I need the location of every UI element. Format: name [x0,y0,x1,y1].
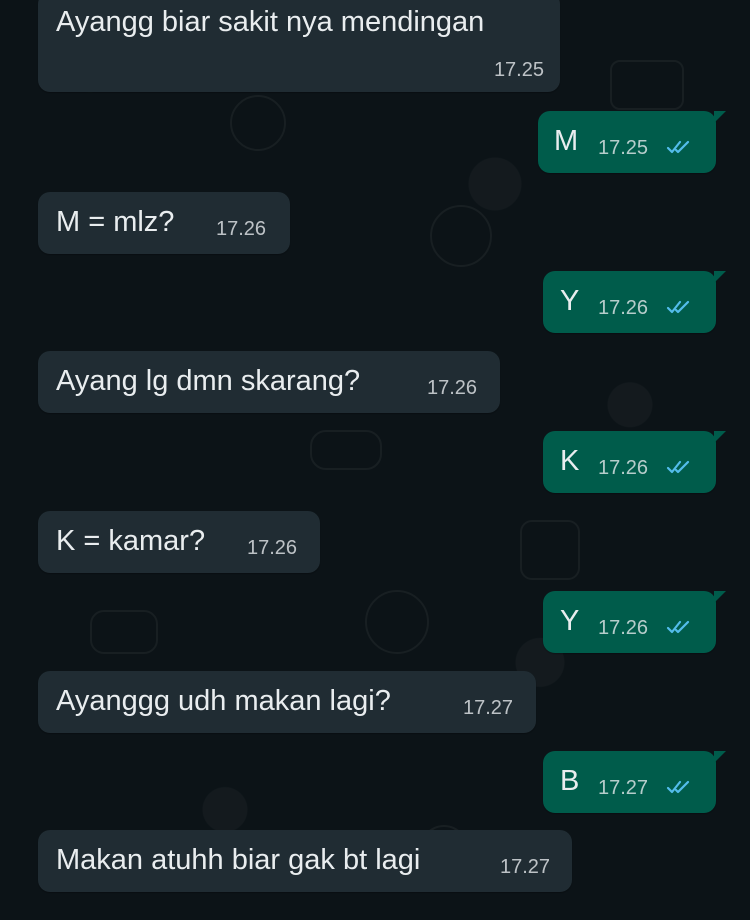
message-text: Ayang lg dmn skarang? [56,365,361,397]
message-bubble-incoming[interactable]: M = mlz? 17.26 [38,192,290,254]
message-time: 17.27 [500,856,551,878]
message-text: M [554,125,579,157]
message-bubble-incoming[interactable]: Ayang lg dmn skarang? 17.26 [38,351,500,413]
message-bubble-outgoing[interactable]: M 17.25 [538,111,726,173]
bubble-tail [714,271,726,283]
message-bubble-outgoing[interactable]: Y 17.26 [543,591,726,653]
chat-area[interactable]: Ayangg biar sakit nya mendingan 17.25 M … [0,0,750,920]
message-time: 17.27 [463,697,514,719]
message-time: 17.26 [598,617,649,639]
message-time: 17.26 [427,377,478,399]
message-text: Ayangg biar sakit nya mendingan [56,6,485,38]
message-bubble-incoming[interactable]: Ayangg biar sakit nya mendingan 17.25 [38,0,560,92]
message-time: 17.26 [598,297,649,319]
bubble-tail [714,751,726,763]
message-bubble-incoming[interactable]: K = kamar? 17.26 [38,511,320,573]
message-bubble-outgoing[interactable]: K 17.26 [543,431,726,493]
message-time: 17.26 [216,218,267,240]
bubble-tail [714,431,726,443]
message-time: 17.26 [247,537,298,559]
double-check-icon [666,460,690,474]
message-bubble-outgoing[interactable]: B 17.27 [543,751,726,813]
message-time: 17.25 [493,59,544,81]
message-bubble-incoming[interactable]: Makan atuhh biar gak bt lagi 17.27 [38,830,572,892]
message-text: Y [560,605,580,637]
message-text: Makan atuhh biar gak bt lagi [56,844,421,876]
double-check-icon [666,140,690,154]
double-check-icon [666,300,690,314]
message-text: K = kamar? [56,525,206,557]
message-text: Y [560,285,580,317]
double-check-icon [666,780,690,794]
bubble-tail [714,591,726,603]
message-time: 17.27 [598,777,649,799]
double-check-icon [666,620,690,634]
bubble-tail [714,111,726,123]
message-time: 17.26 [598,457,649,479]
message-text: Ayanggg udh makan lagi? [56,685,391,717]
message-text: B [560,765,580,797]
message-bubble-incoming[interactable]: Ayanggg udh makan lagi? 17.27 [38,671,536,733]
message-bubble-outgoing[interactable]: Y 17.26 [543,271,726,333]
message-time: 17.25 [598,137,649,159]
message-text: K [560,445,580,477]
message-text: M = mlz? [56,206,175,238]
